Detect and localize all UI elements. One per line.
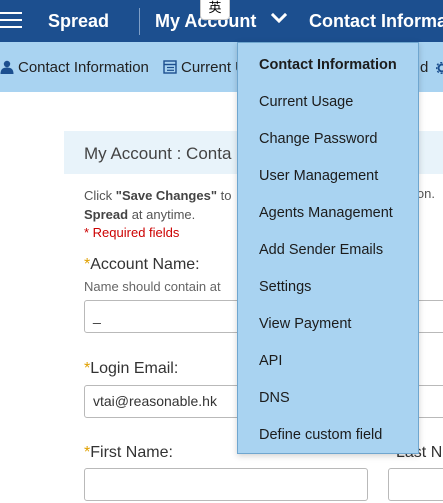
dropdown-item-add-sender-emails[interactable]: Add Sender Emails bbox=[259, 242, 383, 258]
dropdown-item-dns[interactable]: DNS bbox=[259, 390, 290, 406]
dropdown-item-agents-management[interactable]: Agents Management bbox=[259, 205, 393, 221]
user-icon bbox=[0, 60, 14, 74]
brand-logo-text[interactable]: Spread bbox=[48, 11, 109, 32]
subnav-contact-information-label: Contact Information bbox=[18, 59, 149, 76]
gear-icon[interactable] bbox=[436, 62, 443, 74]
nav-contact-information[interactable]: Contact Informa bbox=[309, 11, 443, 32]
note-spread-text: Spread bbox=[84, 207, 129, 222]
dropdown-item-change-password[interactable]: Change Password bbox=[259, 131, 378, 147]
my-account-dropdown: Contact Information Current Usage Change… bbox=[237, 42, 419, 454]
top-navbar: Spread My Account Contact Informa 英 bbox=[0, 0, 443, 42]
note-anytime-text: at anytime. bbox=[128, 207, 196, 222]
subnav-partial-label: d bbox=[420, 59, 429, 76]
dropdown-item-current-usage[interactable]: Current Usage bbox=[259, 94, 353, 110]
dropdown-item-contact-information[interactable]: Contact Information bbox=[259, 57, 397, 73]
hamburger-icon[interactable] bbox=[0, 12, 22, 30]
account-name-label-text: Account Name: bbox=[90, 256, 200, 273]
dropdown-item-define-custom-field[interactable]: Define custom field bbox=[259, 427, 382, 443]
dropdown-item-api[interactable]: API bbox=[259, 353, 282, 369]
note-click-text: Click bbox=[84, 188, 116, 203]
note-save-text: "Save Changes" bbox=[115, 188, 217, 203]
note-to-text: to bbox=[216, 188, 232, 203]
table-icon bbox=[163, 60, 177, 74]
subnav-contact-information[interactable]: Contact Information bbox=[0, 59, 149, 76]
nav-divider bbox=[139, 8, 140, 35]
first-name-label-text: First Name: bbox=[90, 444, 173, 461]
first-name-input[interactable] bbox=[84, 468, 368, 501]
dropdown-item-settings[interactable]: Settings bbox=[259, 279, 311, 295]
ime-indicator: 英 bbox=[200, 0, 230, 20]
dropdown-item-user-management[interactable]: User Management bbox=[259, 168, 378, 184]
required-fields-note: * Required fields bbox=[84, 225, 180, 240]
dropdown-item-view-payment[interactable]: View Payment bbox=[259, 316, 351, 332]
last-name-input[interactable] bbox=[388, 468, 443, 501]
subnav-current-usage[interactable]: Current U bbox=[163, 59, 246, 76]
first-name-label: *First Name: bbox=[84, 444, 173, 462]
chevron-down-icon[interactable] bbox=[270, 9, 288, 27]
account-name-label: *Account Name: bbox=[84, 256, 200, 274]
save-changes-note: Click "Save Changes" to Spread at anytim… bbox=[84, 186, 231, 224]
login-email-label: *Login Email: bbox=[84, 360, 178, 378]
page-title: My Account : Conta bbox=[84, 144, 232, 163]
account-name-hint: Name should contain at bbox=[84, 279, 221, 294]
login-email-label-text: Login Email: bbox=[90, 360, 179, 377]
